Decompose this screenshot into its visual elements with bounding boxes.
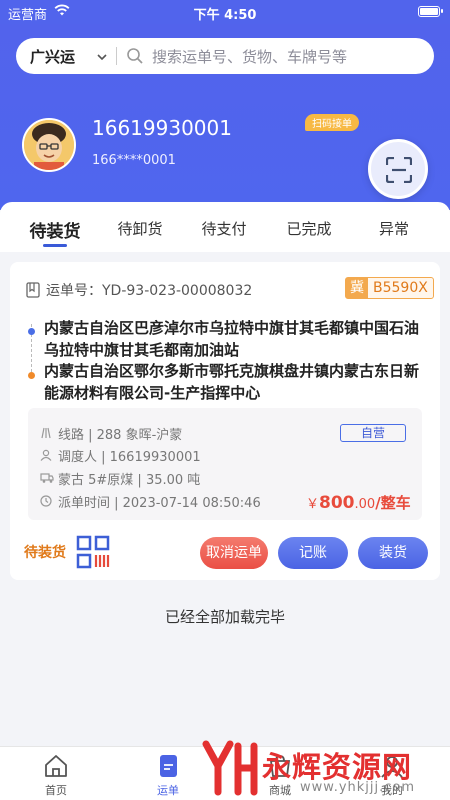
nav-waybill-label: 运单 xyxy=(157,784,179,797)
tab-pending-load[interactable]: 待装货 xyxy=(25,217,85,242)
tab-pending-unload[interactable]: 待卸货 xyxy=(110,218,170,239)
route-text: 线路 | 288 象晖-沪蒙 xyxy=(58,428,183,443)
clock: 下午 4:50 xyxy=(193,8,257,23)
watermark-url: www.yhkjjj.com xyxy=(300,780,416,795)
status-bar: 运营商 下午 4:50 xyxy=(0,0,450,24)
waybill-number: 运单号：YD-93-023-00008032 xyxy=(46,283,253,299)
active-tab-indicator xyxy=(43,244,67,247)
dispatcher-info: 调度人 | 16619930001 xyxy=(40,446,201,465)
license-plate: 冀 B5590X xyxy=(345,277,434,299)
person-icon xyxy=(40,449,54,465)
battery-icon xyxy=(418,6,443,17)
nav-home-label: 首页 xyxy=(45,784,67,797)
destination-dot xyxy=(28,372,35,379)
tab-exception[interactable]: 异常 xyxy=(364,218,424,239)
watermark-logo xyxy=(200,738,260,800)
search-bar[interactable]: 广兴运 搜索运单号、货物、车牌号等 xyxy=(16,38,434,74)
dispatcher-text: 调度人 | 16619930001 xyxy=(58,450,201,465)
price-symbol: ￥ xyxy=(306,497,320,512)
scan-button[interactable] xyxy=(368,139,428,199)
dispatch-time-info: 派单时间 | 2023-07-14 08:50:46 xyxy=(40,492,261,511)
header: 广兴运 搜索运单号、货物、车牌号等 16619930001 166****000… xyxy=(0,24,450,210)
home-icon xyxy=(26,753,86,779)
price-integer: 800 xyxy=(319,493,355,513)
freight-price: ￥800.00/整车 xyxy=(306,492,411,513)
plate-number: B5590X xyxy=(373,280,428,296)
price-unit: /整车 xyxy=(375,494,411,512)
status-tabs: 待装货 待卸货 待支付 已完成 异常 xyxy=(0,202,450,252)
order-status: 待装货 xyxy=(24,545,66,561)
truck-icon xyxy=(40,472,54,488)
user-masked-phone: 166****0001 xyxy=(92,153,176,168)
cancel-waybill-button[interactable]: 取消运单 xyxy=(200,537,268,569)
clock-icon xyxy=(40,495,54,511)
chevron-down-icon[interactable] xyxy=(96,48,108,67)
price-decimal: .00 xyxy=(354,497,376,512)
self-operated-badge: 自营 xyxy=(340,424,406,442)
plate-province: 冀 xyxy=(346,278,368,298)
list-end-note: 已经全部加载完毕 xyxy=(164,608,285,626)
nav-waybill[interactable]: 运单 xyxy=(138,753,198,798)
route-info: 线路 | 288 象晖-沪蒙 xyxy=(40,424,182,443)
divider xyxy=(116,47,117,65)
scan-order-tag: 扫码接单 xyxy=(305,114,359,131)
tab-completed[interactable]: 已完成 xyxy=(279,218,339,239)
qrcode-icon[interactable] xyxy=(76,535,110,573)
user-phone: 16619930001 xyxy=(92,116,232,140)
dispatch-time-text: 派单时间 | 2023-07-14 08:50:46 xyxy=(58,496,261,511)
cargo-info: 蒙古 5#原煤 | 35.00 吨 xyxy=(40,469,200,488)
watermark: 永辉资源网 www.yhkjjj.com xyxy=(200,738,450,800)
search-icon xyxy=(126,47,144,69)
tab-pending-payment[interactable]: 待支付 xyxy=(194,218,254,239)
waybill-icon xyxy=(26,282,40,302)
order-card[interactable]: 运单号：YD-93-023-00008032 冀 B5590X 内蒙古自治区巴彦淖… xyxy=(10,262,440,580)
route-icon xyxy=(40,427,54,443)
destination-address: 内蒙古自治区鄂尔多斯市鄂托克旗棋盘井镇内蒙古东日新能源材料有限公司-生产指挥中心 xyxy=(44,362,420,402)
cargo-text: 蒙古 5#原煤 | 35.00 吨 xyxy=(58,473,201,488)
bookkeeping-button[interactable]: 记账 xyxy=(278,537,348,569)
search-input[interactable]: 搜索运单号、货物、车牌号等 xyxy=(152,46,347,67)
avatar[interactable] xyxy=(22,118,76,172)
origin-address: 内蒙古自治区巴彦淖尔市乌拉特中旗甘其毛都镇中国石油乌拉特中旗甘其毛都南加油站 xyxy=(44,319,420,359)
origin-dot xyxy=(28,328,35,335)
load-button[interactable]: 装货 xyxy=(358,537,428,569)
order-info-box: 线路 | 288 象晖-沪蒙 调度人 | 16619930001 蒙古 5#原煤… xyxy=(28,408,422,520)
waybill-icon xyxy=(138,753,198,779)
scan-icon xyxy=(386,157,412,183)
nav-home[interactable]: 首页 xyxy=(26,753,86,798)
city-selector[interactable]: 广兴运 xyxy=(30,46,75,67)
